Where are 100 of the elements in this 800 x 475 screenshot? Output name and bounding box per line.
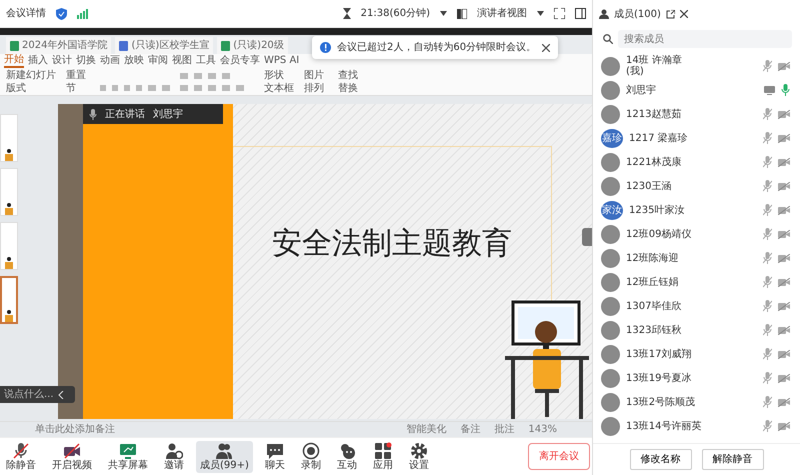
avatar-photo (601, 104, 620, 124)
document-icon (119, 40, 128, 50)
ribbon-tool[interactable]: 图片 (304, 68, 324, 82)
status-button[interactable]: 智能美化 (406, 422, 446, 437)
caret-down-icon[interactable] (537, 11, 544, 16)
fullscreen-icon[interactable] (554, 8, 565, 19)
speaker-name: 刘思宇 (153, 108, 183, 122)
zoom-level: 143% (528, 423, 557, 437)
ribbon-tool[interactable]: 形状 (264, 68, 294, 82)
toolbar-button[interactable]: 互动 (332, 440, 361, 472)
camera-off-icon (778, 134, 790, 142)
toolbar-button[interactable]: 开启视频 (48, 440, 96, 472)
camera-off-icon (778, 302, 790, 310)
microphone-icon (12, 442, 30, 460)
toolbar-button[interactable]: 设置 (404, 440, 433, 472)
member-name: 13班19号夏冰 (626, 372, 692, 384)
avatar-photo (601, 56, 620, 76)
ribbon-tool[interactable]: 节 (66, 82, 86, 94)
slide-thumbnail[interactable] (0, 276, 18, 324)
avatar-photo (601, 344, 620, 364)
member-name: 12班丘钰娟 (626, 276, 679, 288)
member-name: 14班 许瀚章 (626, 55, 682, 66)
document-tab[interactable]: (只读)20级 (217, 37, 288, 54)
ribbon-tab[interactable]: WPS AI (264, 55, 300, 67)
camera-off-icon (778, 374, 790, 382)
layout-icon (457, 8, 467, 18)
signal-icon (77, 8, 88, 18)
chevron-left-icon[interactable] (58, 390, 64, 398)
member-name: 1221林茂康 (626, 156, 682, 168)
member-name: 13班17刘威翔 (626, 348, 692, 360)
member-name: 12班陈海迎 (626, 252, 679, 264)
camera-off-icon (778, 422, 790, 430)
pop-out-icon[interactable] (666, 10, 675, 18)
toast-message: 会议已超过2人，自动转为60分钟限时会议。 (337, 40, 536, 55)
panel-title: 成员(100) (614, 8, 661, 22)
document-tab[interactable]: 2024年外国语学院 (6, 37, 112, 54)
toolbar-button[interactable]: 除静音 (2, 440, 40, 472)
timer-dropdown[interactable]: 21:38(60分钟) (360, 6, 430, 21)
close-icon[interactable] (542, 44, 550, 52)
ribbon-tool[interactable]: 查找 (338, 68, 358, 82)
ribbon-tool[interactable]: 替换 (338, 82, 358, 94)
member-name: 1213赵慧茹 (626, 108, 682, 120)
toolbar-button[interactable]: 录制 (296, 440, 325, 472)
camera-off-icon (778, 206, 790, 214)
ribbon-tool[interactable]: 版式 (6, 82, 56, 94)
ribbon-tab[interactable]: 设计 (52, 55, 72, 67)
close-icon[interactable] (680, 10, 688, 18)
status-button[interactable]: 批注 (494, 422, 514, 437)
avatar-photo (601, 80, 620, 100)
ribbon-tab[interactable]: 切换 (76, 55, 96, 67)
camera-off-icon (778, 62, 790, 70)
meeting-details-link[interactable]: 会议详情 (6, 6, 46, 21)
ribbon-tab[interactable]: 视图 (172, 55, 192, 67)
ribbon-tab[interactable]: 审阅 (148, 55, 168, 67)
toolbar-button[interactable]: 聊天 (260, 440, 289, 472)
panel-button[interactable]: 修改名称 (630, 449, 692, 470)
toolbar-button[interactable]: 共享屏幕 (104, 440, 152, 472)
ribbon-tab[interactable]: 插入 (28, 55, 48, 67)
panel-button[interactable]: 解除静音 (702, 449, 764, 470)
leave-meeting-button[interactable]: 离开会议 (528, 443, 590, 470)
microphone-icon (89, 108, 97, 120)
ribbon-tab[interactable]: 会员专享 (220, 55, 260, 67)
toolbar-button[interactable]: 应用 (368, 440, 397, 472)
camera-off-icon (778, 230, 790, 238)
avatar-photo (601, 368, 620, 388)
ribbon-tool[interactable]: 文本框 (264, 82, 294, 94)
app-grid-icon (374, 442, 392, 460)
ribbon-tool[interactable]: 排列 (304, 82, 324, 94)
ribbon-tool[interactable]: 重置 (66, 68, 86, 82)
person-icon (599, 9, 609, 19)
camera-off-icon (778, 326, 790, 334)
status-button[interactable]: 备注 (460, 422, 480, 437)
ribbon-tool[interactable]: 新建幻灯片 (6, 68, 56, 82)
settings-icon (410, 442, 428, 460)
caret-down-icon[interactable] (440, 11, 447, 16)
toolbar-button[interactable]: 成员(99+) (196, 440, 253, 472)
ribbon-tab[interactable]: 放映 (124, 55, 144, 67)
search-field[interactable]: 搜索成员 (618, 30, 792, 48)
document-tab[interactable]: (只读)区校学生宣 (115, 37, 214, 54)
notes-placeholder[interactable]: 单击此处添加备注 (35, 422, 115, 437)
sidebar-icon[interactable] (575, 8, 586, 19)
toolbar-button[interactable]: 邀请 (160, 440, 188, 472)
video-camera-icon (63, 442, 81, 460)
camera-off-icon (778, 398, 790, 406)
member-name: 1307毕佳欣 (626, 300, 682, 312)
add-person-icon (165, 442, 183, 460)
document-icon (221, 40, 230, 50)
ribbon-tab[interactable]: 动画 (100, 55, 120, 67)
speaking-label: 正在讲话 (105, 108, 145, 122)
avatar-photo (601, 296, 620, 316)
camera-off-icon (778, 350, 790, 358)
chat-bubble-icon (266, 442, 284, 460)
avatar-photo (601, 392, 620, 412)
view-dropdown[interactable]: 演讲者视图 (477, 6, 527, 21)
search-icon (603, 34, 613, 44)
chat-input[interactable]: 说点什么... (0, 386, 75, 403)
camera-off-icon (778, 110, 790, 118)
slide-title: 安全法制主题教育 (272, 224, 512, 262)
ribbon-tab[interactable]: 工具 (196, 55, 216, 67)
collapse-tab[interactable] (582, 228, 592, 246)
